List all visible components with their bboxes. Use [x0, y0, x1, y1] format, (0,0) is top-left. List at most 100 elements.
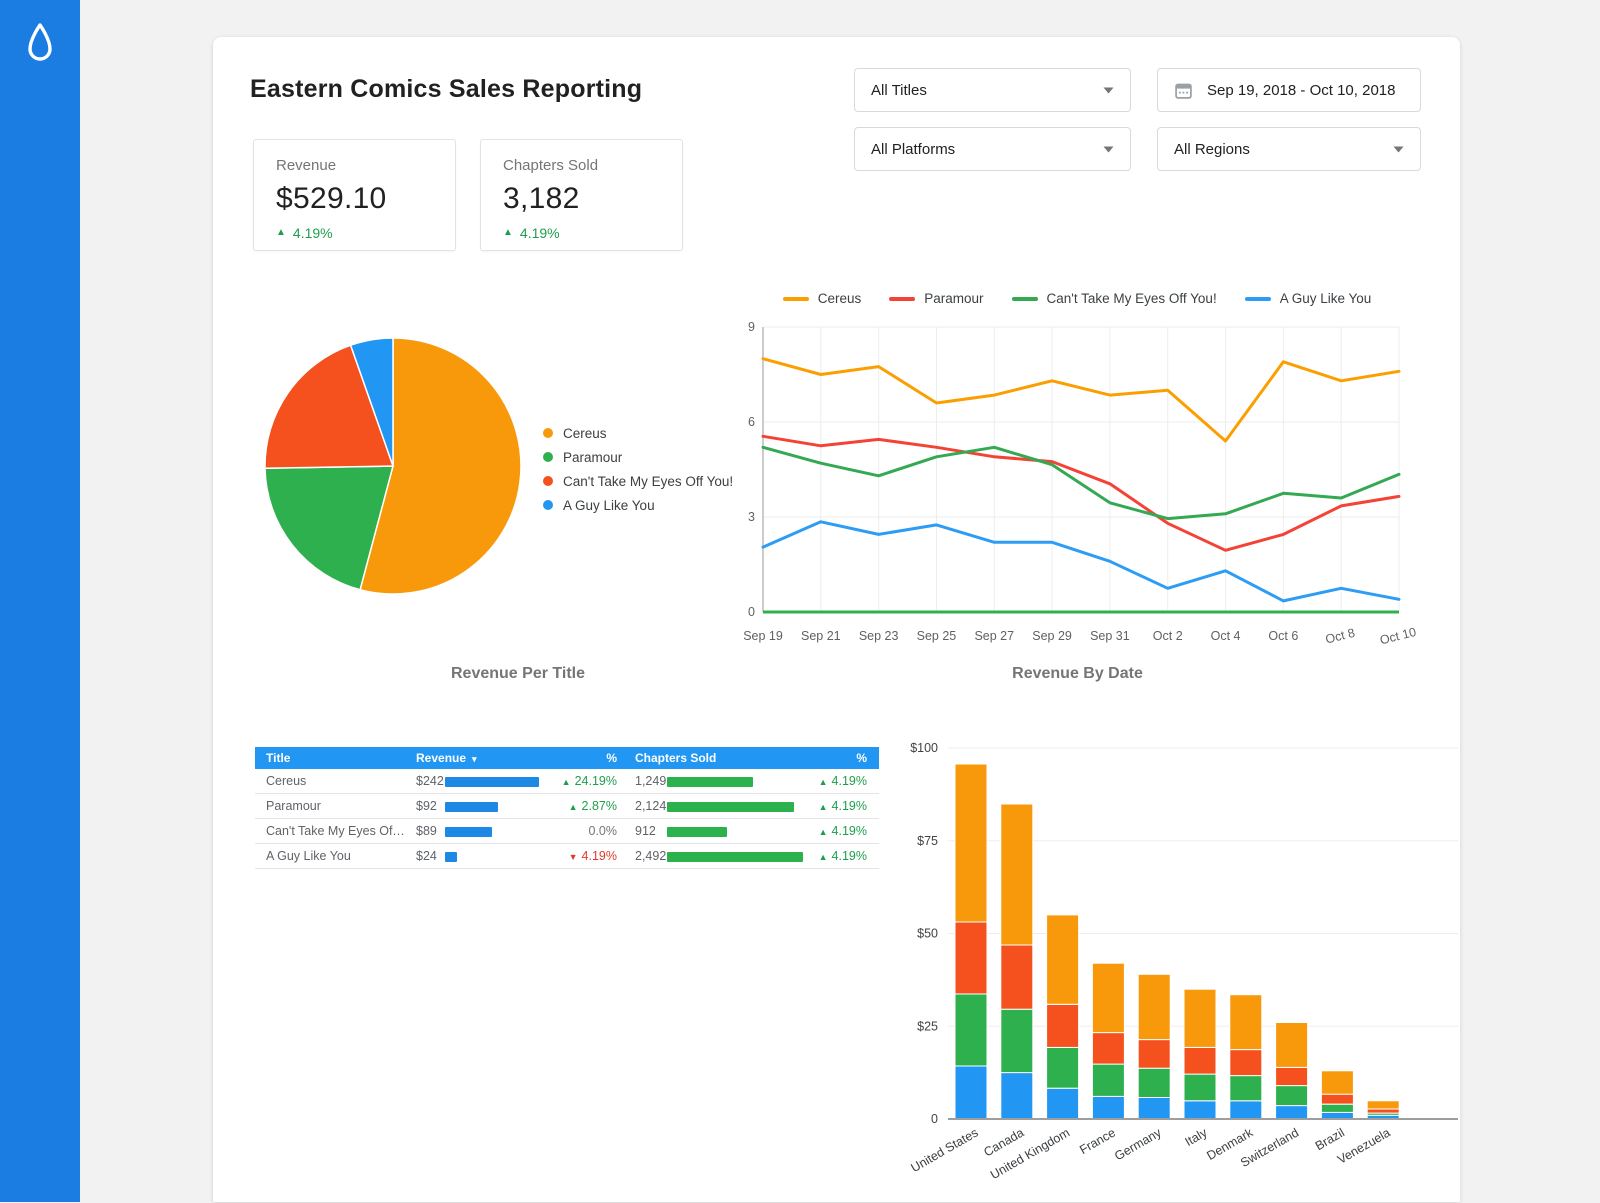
bar-segment	[1138, 1040, 1170, 1069]
kpi-delta: ▲ 4.19%	[503, 225, 682, 241]
column-header-revenue-pct[interactable]: %	[557, 747, 617, 769]
trend-up-icon: ▲	[569, 802, 578, 812]
revenue-cell: $92	[416, 794, 437, 818]
revenue-by-date-chart: 0369Sep 19Sep 21Sep 23Sep 25Sep 27Sep 29…	[743, 317, 1433, 665]
kpi-delta-value: 4.19%	[520, 225, 560, 241]
legend-item[interactable]: Cereus	[543, 421, 733, 445]
titles-filter[interactable]: All Titles	[854, 68, 1131, 112]
column-header-chapters-pct[interactable]: %	[807, 747, 867, 769]
legend-color-dot	[543, 452, 553, 462]
svg-text:Sep 23: Sep 23	[859, 629, 899, 643]
legend-line-swatch	[783, 297, 809, 301]
svg-text:Sep 31: Sep 31	[1090, 629, 1130, 643]
svg-text:3: 3	[748, 510, 755, 524]
legend-item[interactable]: A Guy Like You	[1245, 291, 1372, 306]
trend-up-icon: ▲	[819, 827, 828, 837]
legend-item[interactable]: Can't Take My Eyes Off You!	[543, 469, 733, 493]
regions-filter[interactable]: All Regions	[1157, 127, 1421, 171]
app-logo[interactable]	[26, 22, 54, 62]
table-row: A Guy Like You$24▼4.19%2,492▲4.19%	[255, 844, 879, 869]
title-cell: Paramour	[266, 794, 408, 818]
title-cell: Can't Take My Eyes Off You!	[266, 819, 408, 843]
revenue-bar	[445, 852, 457, 862]
legend-item[interactable]: A Guy Like You	[543, 493, 733, 517]
revenue-bar	[445, 827, 492, 837]
svg-text:9: 9	[748, 320, 755, 334]
svg-text:United Kingdom: United Kingdom	[988, 1125, 1072, 1182]
line-series	[763, 436, 1399, 550]
bar-segment	[1276, 1023, 1308, 1068]
titles-filter-value: All Titles	[871, 82, 1103, 99]
trend-up-icon: ▲	[276, 228, 286, 238]
chapters-cell: 912	[635, 819, 656, 843]
kpi-value: 3,182	[503, 182, 682, 216]
legend-item[interactable]: Paramour	[543, 445, 733, 469]
svg-text:Venezuela: Venezuela	[1335, 1125, 1393, 1166]
kpi-label: Revenue	[276, 157, 455, 174]
bar-segment	[955, 922, 987, 994]
bar-segment	[1230, 1050, 1262, 1076]
sales-table: TitleRevenue▾%Chapters Sold%Cereus$242▲2…	[255, 747, 879, 869]
trend-down-icon: ▼	[569, 852, 578, 862]
trend-cell: ▲4.19%	[795, 819, 867, 843]
bar-segment	[1276, 1067, 1308, 1085]
legend-color-dot	[543, 476, 553, 486]
legend-label: Can't Take My Eyes Off You!	[1047, 291, 1217, 306]
bar-segment	[1184, 1101, 1216, 1119]
column-header-chapters[interactable]: Chapters Sold	[635, 747, 716, 769]
bar-segment	[1230, 1101, 1262, 1119]
bar-segment	[955, 1066, 987, 1119]
bar-segment	[1138, 1098, 1170, 1120]
column-header-revenue[interactable]: Revenue▾	[416, 747, 477, 769]
svg-text:Oct 6: Oct 6	[1268, 629, 1298, 643]
trend-cell: ▲4.19%	[795, 794, 867, 818]
legend-label: Paramour	[563, 450, 622, 465]
bar-segment	[1001, 1073, 1033, 1119]
regions-filter-value: All Regions	[1174, 141, 1393, 158]
bar-segment	[1230, 995, 1262, 1050]
kpi-label: Chapters Sold	[503, 157, 682, 174]
bar-segment	[1001, 1009, 1033, 1072]
legend-item[interactable]: Cereus	[783, 291, 862, 306]
bar-segment	[1138, 974, 1170, 1039]
chapters-bar	[667, 852, 803, 862]
revenue-by-region-chart: 0$25$50$75$100United StatesCanadaUnited …	[885, 737, 1465, 1203]
platforms-filter-value: All Platforms	[871, 141, 1103, 158]
bar-segment	[1321, 1112, 1353, 1119]
revenue-bar	[445, 777, 539, 787]
legend-label: A Guy Like You	[1280, 291, 1372, 306]
legend-line-swatch	[889, 297, 915, 301]
svg-text:$50: $50	[917, 927, 938, 941]
chapters-cell: 2,492	[635, 844, 666, 868]
table-row: Can't Take My Eyes Off You!$890.0%912▲4.…	[255, 819, 879, 844]
bar-segment	[1047, 1088, 1079, 1119]
svg-text:Sep 25: Sep 25	[917, 629, 957, 643]
legend-label: Paramour	[924, 291, 983, 306]
legend-item[interactable]: Paramour	[889, 291, 983, 306]
svg-text:Sep 19: Sep 19	[743, 629, 783, 643]
sidebar	[0, 0, 80, 1202]
revenue-per-title-pie	[263, 336, 523, 596]
bar-segment	[1184, 1074, 1216, 1101]
trend-up-icon: ▲	[503, 228, 513, 238]
date-range-picker[interactable]: Sep 19, 2018 - Oct 10, 2018	[1157, 68, 1421, 112]
bar-segment	[1230, 1076, 1262, 1101]
trend-cell: 0.0%	[545, 819, 617, 843]
line-chart-title: Revenue By Date	[760, 665, 1395, 683]
chapters-bar	[667, 827, 727, 837]
chapters-bar	[667, 802, 794, 812]
line-series	[763, 522, 1399, 601]
column-header-title[interactable]: Title	[266, 747, 290, 769]
svg-text:Oct 10: Oct 10	[1378, 625, 1417, 648]
bar-segment	[1047, 915, 1079, 1004]
bar-segment	[1367, 1109, 1399, 1113]
svg-text:Italy: Italy	[1183, 1125, 1211, 1149]
kpi-card-revenue: Revenue $529.10 ▲ 4.19%	[253, 139, 456, 251]
table-header-row: Title Revenue▾% Chapters Sold%	[255, 747, 879, 769]
bar-segment	[1321, 1104, 1353, 1112]
svg-text:0: 0	[931, 1112, 938, 1126]
legend-item[interactable]: Can't Take My Eyes Off You!	[1012, 291, 1217, 306]
date-range-value: Sep 19, 2018 - Oct 10, 2018	[1207, 82, 1404, 99]
bar-segment	[1321, 1071, 1353, 1094]
platforms-filter[interactable]: All Platforms	[854, 127, 1131, 171]
